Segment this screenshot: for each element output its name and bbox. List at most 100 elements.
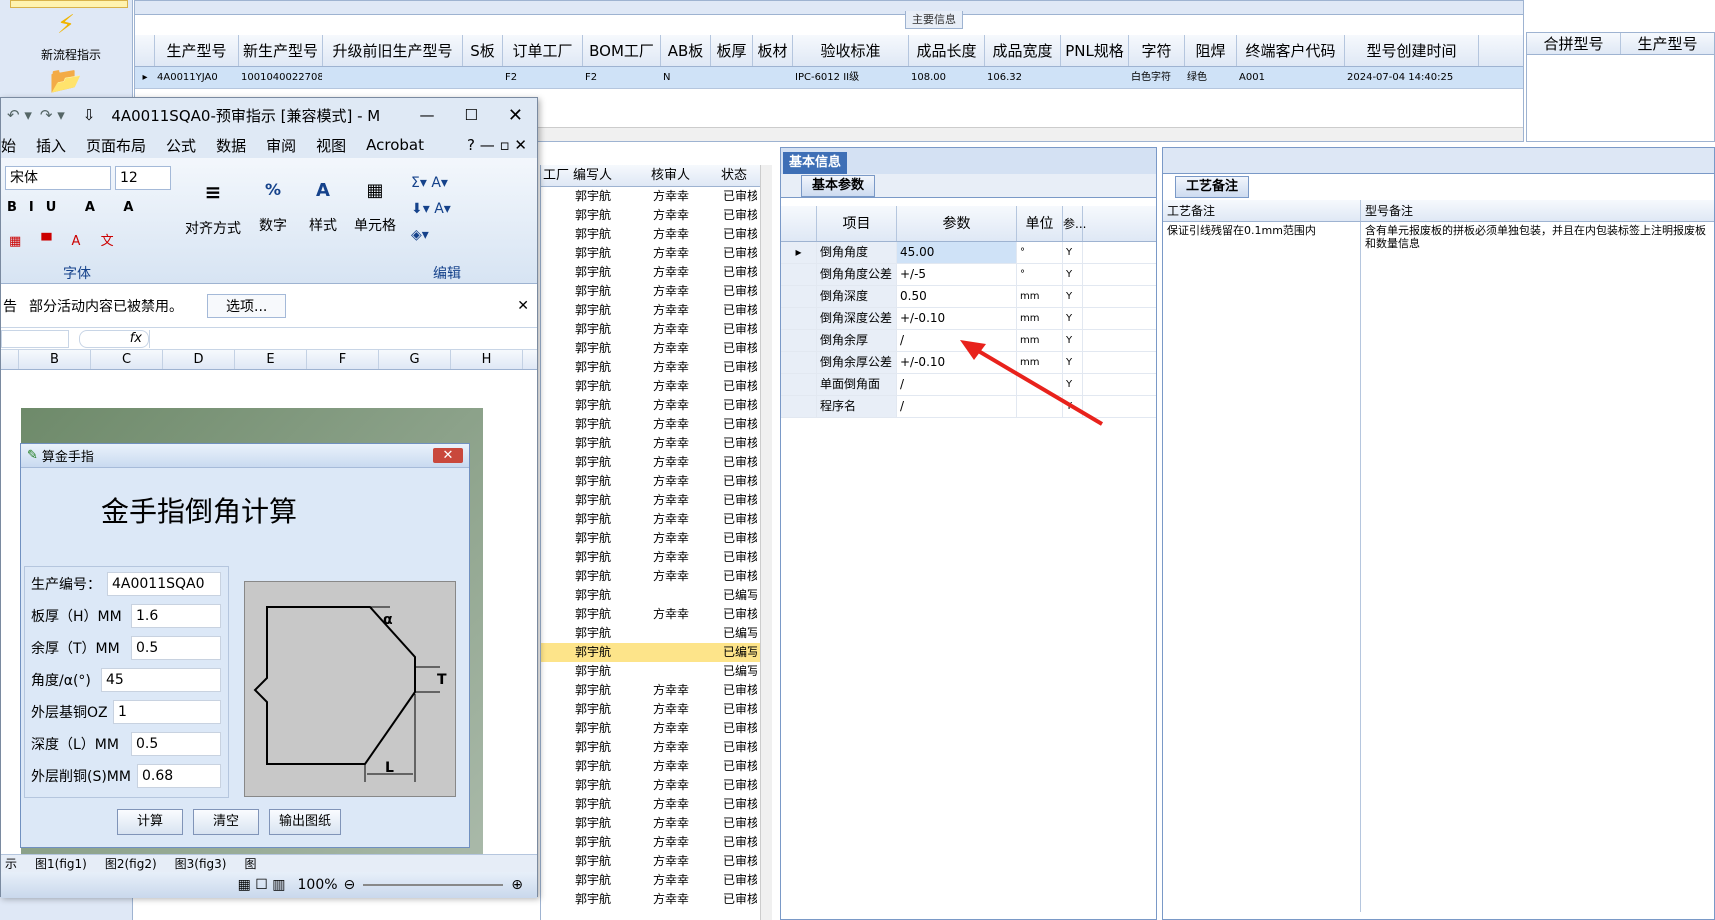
model-note-header[interactable]: 型号备注 — [1361, 200, 1714, 221]
grid-cell[interactable]: N — [661, 67, 711, 88]
sheet-tab[interactable]: 图 — [240, 855, 256, 872]
param-row[interactable]: 倒角角度公差 +/-5 ° Y — [781, 264, 1156, 286]
column-header[interactable]: 新生产型号 — [239, 35, 323, 66]
column-header[interactable]: E — [235, 350, 307, 369]
minimize-button[interactable]: — — [419, 106, 434, 124]
column-header[interactable]: 升级前旧生产型号 — [323, 35, 463, 66]
ribbon-tab[interactable]: 页面布局 — [86, 135, 146, 156]
cell-button[interactable]: ▦ 单元格 — [349, 180, 401, 235]
column-header[interactable]: 验收标准 — [793, 35, 909, 66]
column-header[interactable]: 型号创建时间 — [1345, 35, 1479, 66]
view-icons[interactable]: ▦ ☐ ▥ — [238, 877, 286, 893]
grid-cell[interactable] — [1061, 67, 1129, 88]
zoom-slider[interactable] — [363, 884, 504, 886]
edit-group-icons[interactable]: Σ▾ A▾ ⬇▾ A▾ ◈▾ — [411, 170, 451, 248]
grid-cell[interactable]: 106.32 — [985, 67, 1061, 88]
help-icon[interactable]: ? — ▫ ✕ — [467, 136, 527, 154]
list-item[interactable]: 郭宇航 方幸幸 已审核 — [541, 301, 772, 320]
list-item[interactable]: 郭宇航 已编写 — [541, 586, 772, 605]
list-item[interactable]: 郭宇航 方幸幸 已审核 — [541, 795, 772, 814]
list-item[interactable]: 郭宇航 方幸幸 已审核 — [541, 548, 772, 567]
param-row[interactable]: 倒角深度公差 +/-0.10 mm Y — [781, 308, 1156, 330]
field-input[interactable] — [101, 668, 221, 692]
align-button[interactable]: ≡ 对齐方式 — [181, 180, 245, 238]
folder-icon[interactable]: 📂 — [46, 66, 86, 98]
tab-basic-params[interactable]: 基本参数 — [801, 175, 876, 197]
column-header[interactable]: F — [307, 350, 379, 369]
list-item[interactable]: 郭宇航 方幸幸 已审核 — [541, 871, 772, 890]
undo-icon[interactable]: ↶ ▾ — [7, 106, 32, 124]
list-item[interactable]: 郭宇航 方幸幸 已审核 — [541, 472, 772, 491]
list-item[interactable]: 郭宇航 已编写 — [541, 643, 772, 662]
name-box[interactable] — [1, 329, 69, 348]
unit-header[interactable]: 单位 — [1017, 206, 1063, 241]
grid-cell[interactable]: F2 — [583, 67, 661, 88]
tab-craft-notes[interactable]: 工艺备注 — [1175, 176, 1250, 198]
param-flag-header[interactable]: 参... — [1063, 206, 1086, 241]
nav-top-item[interactable] — [10, 0, 128, 8]
maximize-button[interactable]: ☐ — [464, 106, 477, 124]
quick-access-icon[interactable]: ⇩ — [83, 106, 96, 124]
column-header[interactable]: 终端客户代码 — [1237, 35, 1345, 66]
grid-cell[interactable]: 10010400227083 — [239, 67, 323, 88]
param-row[interactable]: 倒角深度 0.50 mm Y — [781, 286, 1156, 308]
field-input[interactable] — [131, 636, 221, 660]
grid-cell[interactable]: IPC-6012 II级 — [793, 67, 909, 88]
field-input[interactable] — [131, 604, 221, 628]
list-item[interactable]: 郭宇航 已编写 — [541, 662, 772, 681]
list-item[interactable]: 郭宇航 方幸幸 已审核 — [541, 833, 772, 852]
font-size-select[interactable]: 12 — [115, 166, 171, 190]
style-button[interactable]: A 样式 — [301, 180, 345, 235]
field-input[interactable] — [107, 572, 221, 596]
list-item[interactable]: 郭宇航 方幸幸 已审核 — [541, 605, 772, 624]
list-item[interactable]: 郭宇航 方幸幸 已审核 — [541, 244, 772, 263]
grid-cell[interactable] — [463, 67, 503, 88]
craft-note-header[interactable]: 工艺备注 — [1163, 200, 1361, 221]
tab-basic-info[interactable]: 基本信息 — [783, 152, 848, 174]
grid-cell[interactable] — [711, 67, 753, 88]
column-header[interactable]: 阻焊 — [1185, 35, 1237, 66]
list-item[interactable]: 郭宇航 方幸幸 已审核 — [541, 719, 772, 738]
zoom-out-icon[interactable]: ⊖ — [344, 877, 356, 893]
sheet-tab[interactable]: 图3(fig3) — [171, 855, 227, 872]
grid-cell[interactable]: 绿色 — [1185, 67, 1237, 88]
list-item[interactable]: 郭宇航 方幸幸 已审核 — [541, 491, 772, 510]
sheet-tab[interactable]: 图1(fig1) — [31, 855, 87, 872]
list-item[interactable]: 郭宇航 方幸幸 已审核 — [541, 434, 772, 453]
list-item[interactable]: 郭宇航 方幸幸 已审核 — [541, 738, 772, 757]
fx-icon[interactable]: fx — [79, 329, 149, 348]
list-item[interactable]: 郭宇航 已编写 — [541, 624, 772, 643]
list-item[interactable]: 郭宇航 方幸幸 已审核 — [541, 700, 772, 719]
column-header[interactable]: 板材 — [753, 35, 793, 66]
nav-item-label[interactable]: 新流程指示 — [36, 46, 106, 63]
list-item[interactable]: 郭宇航 方幸幸 已审核 — [541, 339, 772, 358]
formula-input[interactable] — [149, 329, 537, 348]
factory-header[interactable]: 工厂 — [541, 165, 569, 186]
list-item[interactable]: 郭宇航 方幸幸 已审核 — [541, 852, 772, 871]
list-scrollbar[interactable] — [760, 165, 772, 920]
merge-model-header[interactable]: 合拼型号 — [1527, 33, 1621, 54]
item-header[interactable]: 项目 — [817, 206, 897, 241]
ribbon-tab[interactable]: 视图 — [316, 135, 346, 156]
sheet-tab[interactable]: 图2(fig2) — [101, 855, 157, 872]
list-item[interactable]: 郭宇航 方幸幸 已审核 — [541, 206, 772, 225]
grid-cell[interactable]: 4A0011YJA0 — [155, 67, 239, 88]
list-item[interactable]: 郭宇航 方幸幸 已审核 — [541, 187, 772, 206]
list-item[interactable]: 郭宇航 方幸幸 已审核 — [541, 890, 772, 909]
param-row[interactable]: ▸ 倒角角度 45.00 ° Y — [781, 242, 1156, 264]
ribbon-tab[interactable]: 数据 — [216, 135, 246, 156]
lightning-icon[interactable]: ⚡ — [46, 10, 86, 42]
column-header[interactable]: D — [163, 350, 235, 369]
list-item[interactable]: 郭宇航 方幸幸 已审核 — [541, 263, 772, 282]
options-button[interactable]: 选项... — [207, 293, 287, 318]
dialog-close-button[interactable]: ✕ — [433, 448, 463, 463]
list-item[interactable]: 郭宇航 方幸幸 已审核 — [541, 225, 772, 244]
grid-data-row[interactable]: ▸ 4A0011YJA0 10010400227083 F2 F2 N IPC-6012 I… — [135, 67, 1523, 89]
field-input[interactable] — [131, 732, 221, 756]
column-header[interactable]: BOM工厂 — [583, 35, 661, 66]
status-header[interactable]: 状态 — [717, 165, 757, 186]
list-item[interactable]: 郭宇航 方幸幸 已审核 — [541, 377, 772, 396]
calculate-button[interactable]: 计算 — [117, 809, 183, 835]
column-header[interactable]: 生产型号 — [155, 35, 239, 66]
number-button[interactable]: % 数字 — [251, 180, 295, 235]
